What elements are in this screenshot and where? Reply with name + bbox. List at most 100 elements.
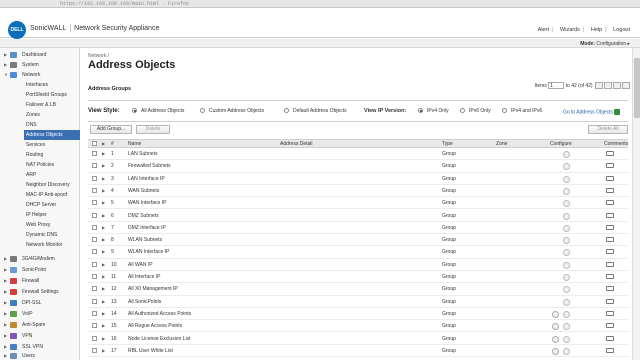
goto-address-objects-link[interactable]: Go to Address Objects: [563, 109, 620, 115]
collapse-icon[interactable]: ▼: [4, 72, 8, 77]
expand-icon[interactable]: ▶: [4, 353, 7, 358]
row-checkbox[interactable]: [92, 274, 97, 279]
comment-icon[interactable]: [606, 187, 614, 193]
comment-icon[interactable]: [606, 261, 614, 267]
row-expand-icon[interactable]: ▶: [102, 336, 105, 341]
page-last-button[interactable]: [622, 82, 630, 89]
table-row[interactable]: ▶ 14 All Authorized Access Points Group: [88, 308, 628, 321]
help-link[interactable]: Help: [591, 27, 602, 33]
sidebar-item-interfaces[interactable]: Interfaces: [26, 80, 48, 90]
row-checkbox[interactable]: [92, 187, 97, 193]
page-prev-button[interactable]: [604, 82, 612, 89]
delete-row-icon[interactable]: [563, 323, 570, 331]
radio-dot[interactable]: [200, 108, 205, 114]
col-name[interactable]: Name: [128, 141, 141, 147]
comment-icon[interactable]: [606, 310, 614, 316]
sidebar-item-web-proxy[interactable]: Web Proxy: [26, 220, 50, 230]
delete-row-icon[interactable]: [563, 224, 570, 232]
radio-ipv4-and-ipv6[interactable]: IPv4 and IPv6: [502, 108, 542, 114]
delete-row-icon[interactable]: [563, 335, 570, 343]
page-next-button[interactable]: [613, 82, 621, 89]
sidebar-item-mac-ip-anti-spoof[interactable]: MAC-IP Anti-spoof: [26, 190, 67, 200]
row-checkbox[interactable]: [92, 200, 97, 206]
row-checkbox[interactable]: [92, 323, 97, 329]
comment-icon[interactable]: [606, 212, 614, 218]
expand-icon[interactable]: ▶: [4, 311, 7, 316]
row-expand-icon[interactable]: ▶: [102, 348, 105, 353]
delete-row-icon[interactable]: [563, 274, 570, 281]
alert-link[interactable]: Alert: [538, 27, 549, 33]
edit-icon[interactable]: [552, 335, 559, 343]
edit-icon[interactable]: [552, 310, 559, 318]
comment-icon[interactable]: [606, 323, 614, 329]
select-all-checkbox[interactable]: [92, 141, 97, 146]
row-expand-icon[interactable]: ▶: [102, 323, 105, 328]
radio-dot[interactable]: [284, 108, 289, 114]
radio-dot[interactable]: [418, 108, 423, 114]
row-expand-icon[interactable]: ▶: [102, 225, 105, 230]
row-checkbox[interactable]: [92, 163, 97, 169]
delete-row-icon[interactable]: [563, 175, 570, 183]
radio-dot[interactable]: [502, 108, 507, 114]
edit-icon[interactable]: [552, 347, 559, 355]
page-first-button[interactable]: [595, 82, 603, 89]
table-row[interactable]: ▶ 10 All WAN IP Group: [88, 259, 628, 271]
wizards-link[interactable]: Wizards: [560, 27, 580, 33]
edit-icon[interactable]: [552, 323, 559, 331]
browser-url-bar[interactable]: https://192.168.168.168/main.html · Fire…: [0, 0, 640, 8]
comment-icon[interactable]: [606, 286, 614, 292]
col-zone[interactable]: Zone: [496, 141, 507, 147]
comment-icon[interactable]: [606, 335, 614, 341]
row-checkbox[interactable]: [92, 249, 97, 255]
table-row[interactable]: ▶ 4 WAN Subnets Group: [88, 185, 628, 198]
add-group-button[interactable]: Add Group...: [90, 125, 132, 134]
table-row[interactable]: ▶ 2 Firewalled Subnets Group: [88, 160, 628, 173]
row-checkbox[interactable]: [92, 151, 97, 156]
radio-ipv4-only[interactable]: IPv4 Only: [418, 108, 449, 114]
table-row[interactable]: ▶ 13 All SonicPoints Group: [88, 296, 628, 308]
table-row[interactable]: ▶ 8 WLAN Subnets Group: [88, 234, 628, 247]
sidebar-item-neighbor-discovery[interactable]: Neighbor Discovery: [26, 180, 70, 190]
comment-icon[interactable]: [606, 224, 614, 230]
row-expand-icon[interactable]: ▶: [102, 286, 105, 291]
row-expand-icon[interactable]: ▶: [102, 299, 105, 304]
sidebar-item-dynamic-dns[interactable]: Dynamic DNS: [26, 230, 57, 240]
table-row[interactable]: ▶ 9 WLAN Interface IP Group: [88, 246, 628, 259]
comment-icon[interactable]: [606, 163, 614, 169]
delete-row-icon[interactable]: [563, 261, 570, 269]
col-type[interactable]: Type: [442, 141, 453, 147]
delete-row-icon[interactable]: [563, 310, 570, 318]
expand-icon[interactable]: ▶: [4, 300, 7, 305]
row-checkbox[interactable]: [92, 237, 97, 243]
expand-all-icon[interactable]: ▶: [102, 141, 105, 146]
sidebar-item-services[interactable]: Services: [26, 140, 45, 150]
mode-selector[interactable]: Mode: Configuration ▸: [580, 41, 630, 47]
sidebar-item-address-objects[interactable]: Address Objects: [24, 130, 80, 140]
delete-row-icon[interactable]: [563, 187, 570, 195]
radio-custom-address-objects[interactable]: Custom Address Objects: [200, 108, 264, 114]
row-expand-icon[interactable]: ▶: [102, 163, 105, 168]
sidebar-item-ip-helper[interactable]: IP Helper: [26, 210, 47, 220]
row-expand-icon[interactable]: ▶: [102, 151, 105, 156]
table-row[interactable]: ▶ 1 LAN Subnets Group: [88, 148, 628, 161]
row-expand-icon[interactable]: ▶: [102, 262, 105, 267]
row-expand-icon[interactable]: ▶: [102, 249, 105, 254]
row-expand-icon[interactable]: ▶: [102, 213, 105, 218]
delete-row-icon[interactable]: [563, 298, 570, 306]
logout-link[interactable]: Logout: [613, 27, 630, 33]
expand-icon[interactable]: ▶: [4, 278, 7, 283]
delete-row-icon[interactable]: [563, 286, 570, 294]
table-row[interactable]: ▶ 17 RBL User White List Group: [88, 345, 628, 358]
comment-icon[interactable]: [606, 237, 614, 243]
sidebar-item-failover-lb[interactable]: Failover & LB: [26, 100, 56, 110]
sidebar-item-portshield-groups[interactable]: PortShield Groups: [26, 90, 67, 100]
row-expand-icon[interactable]: ▶: [102, 176, 105, 181]
delete-row-icon[interactable]: [563, 163, 570, 171]
expand-icon[interactable]: ▶: [4, 344, 7, 349]
delete-row-icon[interactable]: [563, 347, 570, 355]
table-row[interactable]: ▶ 7 DMZ Interface IP Group: [88, 222, 628, 235]
row-checkbox[interactable]: [92, 310, 97, 316]
radio-dot[interactable]: [132, 108, 137, 114]
col-address-detail[interactable]: Address Detail: [280, 141, 313, 147]
row-checkbox[interactable]: [92, 175, 97, 181]
